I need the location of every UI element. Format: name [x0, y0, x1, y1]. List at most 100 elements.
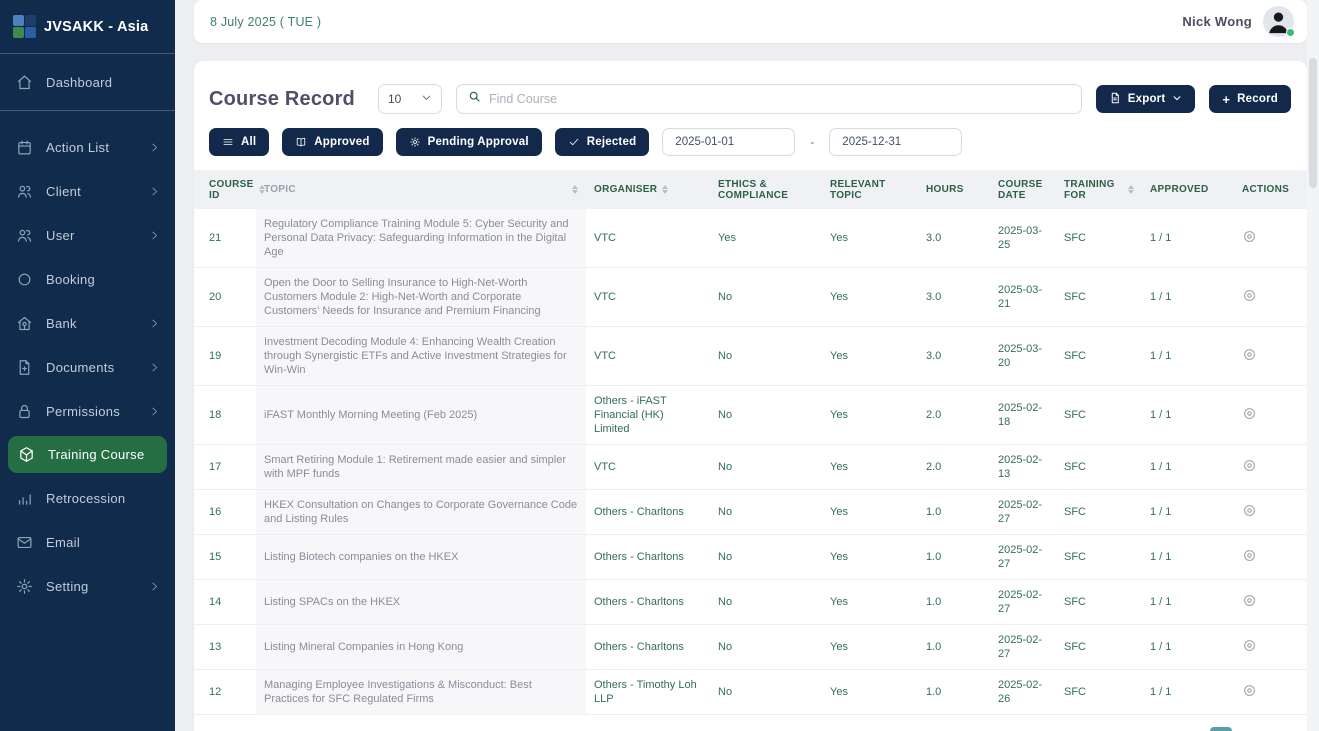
sidebar-item-documents[interactable]: Documents: [0, 345, 175, 389]
view-eye-icon[interactable]: [1242, 229, 1257, 244]
sidebar-item-booking[interactable]: Booking: [0, 257, 175, 301]
cell-organiser: Others - Charltons: [586, 490, 710, 535]
filter-row: All Approved Pending Approval Rejected 2025…: [194, 127, 1307, 170]
cell-topic: Investment Decoding Module 4: Enhancing …: [256, 327, 586, 386]
page-size-select[interactable]: 10: [378, 84, 442, 114]
chevron-down-icon: [1172, 93, 1182, 106]
circle-icon: [16, 271, 33, 288]
cell-relevant-topic: Yes: [822, 580, 918, 625]
chevron-right-icon: [149, 581, 160, 592]
cell-actions: [1234, 386, 1307, 445]
sort-icon[interactable]: [662, 185, 668, 194]
view-eye-icon[interactable]: [1242, 458, 1257, 473]
table-row: 13Listing Mineral Companies in Hong Kong…: [194, 625, 1307, 670]
view-eye-icon[interactable]: [1242, 288, 1257, 303]
mail-icon: [16, 534, 33, 551]
date-to-input[interactable]: 2025-12-31: [829, 128, 962, 156]
lock-icon: [16, 403, 33, 420]
scrollbar-thumb[interactable]: [1309, 58, 1317, 188]
cell-actions: [1234, 535, 1307, 580]
cell-topic: Listing SPACs on the HKEX: [256, 580, 586, 625]
search-box[interactable]: [456, 84, 1082, 114]
sidebar-item-retrocession[interactable]: Retrocession: [0, 476, 175, 520]
export-button[interactable]: Export: [1096, 85, 1196, 113]
sidebar-item-email[interactable]: Email: [0, 520, 175, 564]
topbar: 8 July 2025 ( TUE ) Nick Wong: [194, 0, 1307, 43]
column-header-organiser[interactable]: ORGANISER: [586, 170, 710, 209]
column-label: RELEVANT TOPIC: [830, 179, 910, 201]
add-record-button[interactable]: + Record: [1209, 85, 1291, 113]
sidebar-item-training-course[interactable]: Training Course: [8, 436, 167, 473]
scrollbar[interactable]: [1307, 0, 1319, 731]
pagination-page-1[interactable]: 1: [1210, 727, 1232, 731]
filter-button-rejected[interactable]: Rejected: [555, 128, 650, 156]
filter-button-approved[interactable]: Approved: [282, 128, 382, 156]
view-eye-icon[interactable]: [1242, 638, 1257, 653]
sidebar-item-label: Bank: [46, 316, 77, 331]
cell-approved: 1 / 1: [1142, 386, 1234, 445]
cell-ethics-compliance: No: [710, 670, 822, 715]
filter-button-all[interactable]: All: [209, 128, 269, 156]
cell-course-date: 2025-02-13: [990, 445, 1056, 490]
sidebar-item-permissions[interactable]: Permissions: [0, 389, 175, 433]
view-eye-icon[interactable]: [1242, 683, 1257, 698]
search-input[interactable]: [489, 92, 1070, 106]
view-eye-icon[interactable]: [1242, 548, 1257, 563]
sidebar-item-setting[interactable]: Setting: [0, 564, 175, 608]
sort-icon[interactable]: [572, 185, 578, 194]
gear-icon: [16, 578, 33, 595]
cell-relevant-topic: Yes: [822, 209, 918, 268]
chevron-right-icon: [149, 142, 160, 153]
column-header-approved: APPROVED: [1142, 170, 1234, 209]
cell-topic: Managing Employee Investigations & Misco…: [256, 670, 586, 715]
table-row: 19Investment Decoding Module 4: Enhancin…: [194, 327, 1307, 386]
cell-course-date: 2025-03-21: [990, 268, 1056, 327]
export-label: Export: [1128, 93, 1166, 105]
sort-icon[interactable]: [1128, 185, 1134, 194]
sidebar-item-label: Action List: [46, 140, 109, 155]
cell-ethics-compliance: No: [710, 490, 822, 535]
brand-logo-icon: [13, 15, 36, 38]
sun-icon: [409, 136, 421, 148]
table-row: 20Open the Door to Selling Insurance to …: [194, 268, 1307, 327]
view-eye-icon[interactable]: [1242, 347, 1257, 362]
cell-training-for: SFC: [1056, 209, 1142, 268]
chevron-right-icon: [149, 186, 160, 197]
column-header-course-id[interactable]: COURSE ID: [194, 170, 256, 209]
cell-hours: 1.0: [918, 625, 990, 670]
cell-actions: [1234, 625, 1307, 670]
cell-organiser: Others - iFAST Financial (HK) Limited: [586, 386, 710, 445]
column-header-topic[interactable]: TOPIC: [256, 170, 586, 209]
cell-hours: 3.0: [918, 268, 990, 327]
filter-button-pending-approval[interactable]: Pending Approval: [396, 128, 542, 156]
table-footer: Showing 1 to 10 of 18 entries 12: [194, 715, 1307, 731]
filter-label: Approved: [314, 136, 369, 148]
cell-course-date: 2025-03-20: [990, 327, 1056, 386]
cell-approved: 1 / 1: [1142, 209, 1234, 268]
cell-course-id: 19: [194, 327, 256, 386]
cell-relevant-topic: Yes: [822, 490, 918, 535]
filter-label: Rejected: [587, 136, 637, 148]
cell-relevant-topic: Yes: [822, 670, 918, 715]
sidebar-item-client[interactable]: Client: [0, 169, 175, 213]
sidebar-item-dashboard[interactable]: Dashboard: [0, 54, 175, 111]
sidebar-item-action-list[interactable]: Action List: [0, 125, 175, 169]
course-table: COURSE IDTOPICORGANISER ETHICS & COMPLIAN…: [194, 170, 1307, 715]
user-menu[interactable]: Nick Wong: [1182, 6, 1294, 37]
cell-hours: 3.0: [918, 209, 990, 268]
cell-relevant-topic: Yes: [822, 327, 918, 386]
view-eye-icon[interactable]: [1242, 593, 1257, 608]
book-icon: [295, 136, 307, 148]
column-label: ETHICS & COMPLIANCE: [718, 179, 814, 201]
avatar[interactable]: [1263, 6, 1294, 37]
chevron-right-icon: [149, 406, 160, 417]
date-from-input[interactable]: 2025-01-01: [662, 128, 795, 156]
column-header-training-for[interactable]: TRAINING FOR: [1056, 170, 1142, 209]
sidebar-item-bank[interactable]: Bank: [0, 301, 175, 345]
sidebar: JVSAKK - Asia DashboardAction ListClient…: [0, 0, 175, 731]
sidebar-item-label: Setting: [46, 579, 89, 594]
view-eye-icon[interactable]: [1242, 503, 1257, 518]
pagination-page-2[interactable]: 2: [1241, 727, 1263, 731]
view-eye-icon[interactable]: [1242, 406, 1257, 421]
sidebar-item-user[interactable]: User: [0, 213, 175, 257]
